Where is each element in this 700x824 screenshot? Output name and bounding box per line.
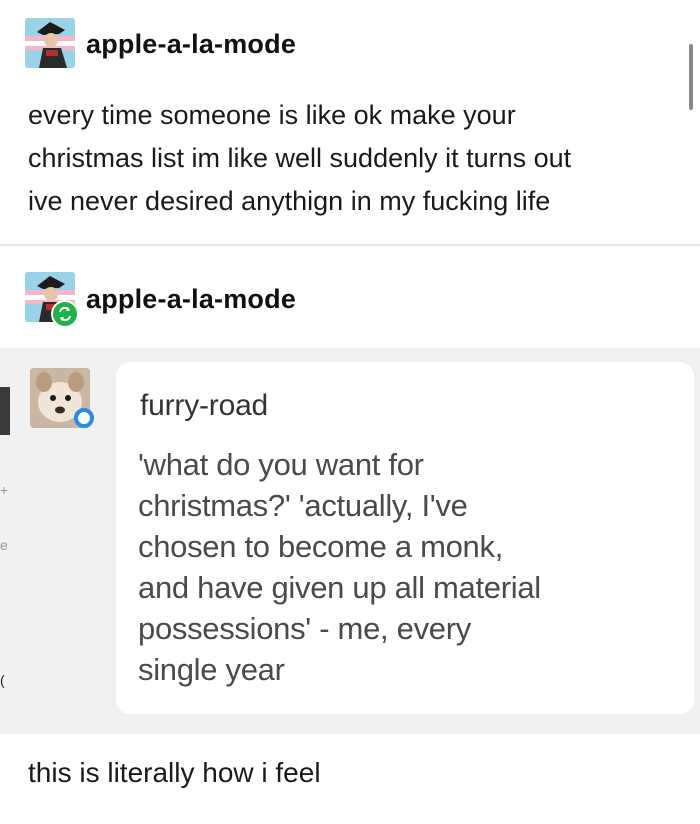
quoted-line: single year [138,652,285,687]
quoted-line: chosen to become a monk, [138,529,504,564]
left-edge-tick: + [0,482,9,498]
scrollbar[interactable] [689,44,693,110]
post-body: every time someone is like ok make your … [28,94,678,223]
post-line: christmas list im like well suddenly it … [28,143,572,173]
post-line: every time someone is like ok make your [28,100,516,130]
quoted-username[interactable]: furry-road [140,389,268,423]
reblog-icon [51,300,79,328]
quoted-line: possessions' - me, every [138,611,471,646]
left-edge-tick: ( [0,672,5,688]
quoted-line: christmas?' 'actually, I've [138,488,468,523]
left-edge-marker [0,387,10,435]
reblog-username[interactable]: apple-a-la-mode [86,284,296,315]
quoted-line: and have given up all material [138,570,541,605]
post-divider [0,244,700,246]
post-username[interactable]: apple-a-la-mode [86,29,296,60]
reblog-caption: this is literally how i feel [28,757,321,788]
quoted-line: 'what do you want for [138,447,424,482]
pirate-avatar-icon[interactable] [25,18,75,68]
original-post: apple-a-la-mode every time someone is li… [0,0,700,245]
post-line: ive never desired anythign in my fucking… [28,186,551,216]
left-edge-tick: e [0,537,8,553]
quoted-body: 'what do you want for christmas?' 'actua… [138,444,658,690]
quoted-post-card: furry-road 'what do you want for christm… [116,362,694,714]
status-badge [74,408,94,428]
